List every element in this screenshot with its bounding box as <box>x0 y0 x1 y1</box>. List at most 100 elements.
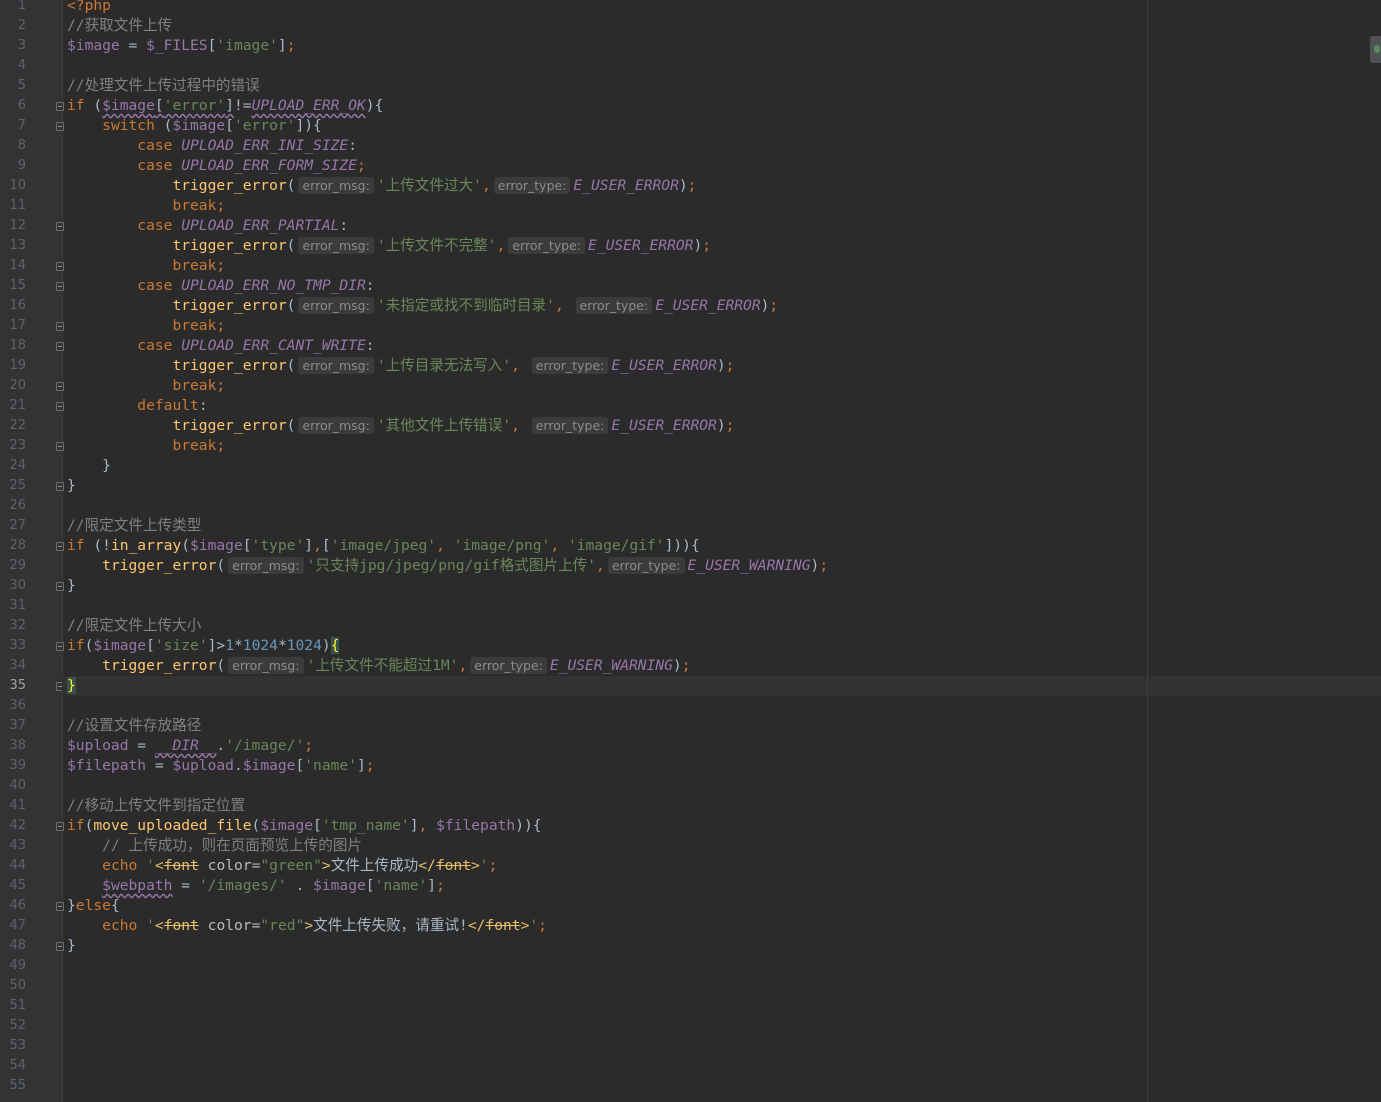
fold-toggle-icon[interactable] <box>56 902 64 911</box>
line-number: 22 <box>9 418 26 433</box>
line-number: 10 <box>9 178 26 193</box>
code-line-29: trigger_error(error_msg: '只支持jpg/jpeg/png… <box>102 557 829 574</box>
line-number: 54 <box>9 1058 26 1073</box>
line-number: 26 <box>9 498 26 513</box>
line-number: 46 <box>9 898 26 913</box>
inspection-status-icon[interactable] <box>1370 36 1381 63</box>
line-number: 12 <box>9 218 26 233</box>
code-line-23: break; <box>172 437 226 454</box>
code-line-48: } <box>67 937 76 954</box>
fold-toggle-icon[interactable] <box>56 222 64 231</box>
fold-toggle-icon[interactable] <box>56 482 64 491</box>
line-number: 17 <box>9 318 26 333</box>
line-number: 49 <box>9 958 26 973</box>
line-number: 50 <box>9 978 26 993</box>
code-line-33: if($image['size']>1*1024*1024){ <box>67 637 340 654</box>
code-line-19: trigger_error(error_msg: '上传目录无法写入', erro… <box>172 357 735 374</box>
code-line-27: //限定文件上传类型 <box>67 517 202 534</box>
code-line-2: //获取文件上传 <box>67 17 173 34</box>
line-number: 47 <box>9 918 26 933</box>
line-number: 18 <box>9 338 26 353</box>
line-number: 44 <box>9 858 26 873</box>
code-line-32: //限定文件上传大小 <box>67 617 202 634</box>
fold-toggle-icon[interactable] <box>56 642 64 651</box>
line-number: 28 <box>9 538 26 553</box>
line-number: 5 <box>17 78 26 93</box>
right-margin-guide <box>1147 0 1148 1102</box>
line-number: 2 <box>17 18 26 33</box>
line-number: 6 <box>17 98 26 113</box>
code-line-1: <?php <box>67 0 111 14</box>
code-line-18: case UPLOAD_ERR_CANT_WRITE: <box>137 337 375 354</box>
code-line-22: trigger_error(error_msg: '其他文件上传错误', erro… <box>172 417 735 434</box>
code-line-42: if(move_uploaded_file($image['tmp_name']… <box>67 817 542 834</box>
line-number: 1 <box>17 0 26 13</box>
line-number: 24 <box>9 458 26 473</box>
line-number: 51 <box>9 998 26 1013</box>
fold-toggle-icon[interactable] <box>56 582 64 591</box>
code-line-16: trigger_error(error_msg: '未指定或找不到临时目录', e… <box>172 297 779 314</box>
code-line-24: } <box>67 457 111 474</box>
line-number: 33 <box>9 638 26 653</box>
code-line-14: break; <box>172 257 226 274</box>
line-number: 14 <box>9 258 26 273</box>
line-number: 40 <box>9 778 26 793</box>
fold-toggle-icon[interactable] <box>56 942 64 951</box>
fold-toggle-icon[interactable] <box>56 122 64 131</box>
code-line-39: $filepath = $upload.$image['name']; <box>67 757 375 774</box>
code-line-41: //移动上传文件到指定位置 <box>67 797 246 814</box>
code-line-35: } <box>67 677 76 694</box>
code-line-37: //设置文件存放路径 <box>67 717 202 734</box>
caret-row-highlight <box>62 676 1381 696</box>
code-line-15: case UPLOAD_ERR_NO_TMP_DIR: <box>137 277 375 294</box>
code-line-25: } <box>67 477 76 494</box>
code-line-6: if ($image['error']!=UPLOAD_ERR_OK){ <box>67 97 384 114</box>
code-line-3: $image = $_FILES['image']; <box>67 37 296 54</box>
fold-toggle-icon[interactable] <box>56 542 64 551</box>
line-number: 48 <box>9 938 26 953</box>
fold-toggle-icon[interactable] <box>56 442 64 451</box>
code-line-7: switch ($image['error']){ <box>102 117 322 134</box>
line-number: 31 <box>9 598 26 613</box>
line-number: 32 <box>9 618 26 633</box>
code-line-46: }else{ <box>67 897 120 914</box>
line-number: 16 <box>9 298 26 313</box>
line-number: 36 <box>9 698 26 713</box>
fold-toggle-icon[interactable] <box>56 282 64 291</box>
code-line-30: } <box>67 577 76 594</box>
line-number: 34 <box>9 658 26 673</box>
fold-toggle-icon[interactable] <box>56 822 64 831</box>
line-number: 30 <box>9 578 26 593</box>
line-number: 11 <box>9 198 26 213</box>
code-line-44: echo '<font color="green">文件上传成功</font>'… <box>102 857 498 874</box>
line-number: 4 <box>17 58 26 73</box>
line-number: 8 <box>17 138 26 153</box>
fold-toggle-icon[interactable] <box>56 102 64 111</box>
line-number: 41 <box>9 798 26 813</box>
line-number-gutter: 1 2 3 4 5 6 7 8 9 10 11 12 13 14 15 16 17 18 19 20 21 22 23 24 2… <box>0 0 64 1102</box>
code-line-11: break; <box>172 197 226 214</box>
fold-toggle-icon[interactable] <box>56 382 64 391</box>
code-line-9: case UPLOAD_ERR_FORM_SIZE; <box>137 157 366 174</box>
line-number: 21 <box>9 398 26 413</box>
line-number: 3 <box>17 38 26 53</box>
fold-toggle-icon[interactable] <box>56 402 64 411</box>
fold-toggle-icon[interactable] <box>56 262 64 271</box>
line-number: 23 <box>9 438 26 453</box>
line-number: 39 <box>9 758 26 773</box>
code-line-21: default: <box>137 397 208 414</box>
code-line-45: $webpath = '/images/' . $image['name']; <box>102 877 445 894</box>
line-number: 25 <box>9 478 26 493</box>
code-line-47: echo '<font color="red">文件上传失败，请重试!</fon… <box>102 917 547 934</box>
line-number: 43 <box>9 838 26 853</box>
code-line-17: break; <box>172 317 226 334</box>
line-number: 27 <box>9 518 26 533</box>
fold-toggle-icon[interactable] <box>56 342 64 351</box>
code-line-12: case UPLOAD_ERR_PARTIAL: <box>137 217 349 234</box>
fold-toggle-icon[interactable] <box>56 322 64 331</box>
line-number: 7 <box>17 118 26 133</box>
code-line-43: // 上传成功，则在页面预览上传的图片 <box>102 837 363 854</box>
line-number: 20 <box>9 378 26 393</box>
line-number: 38 <box>9 738 26 753</box>
line-number: 13 <box>9 238 26 253</box>
